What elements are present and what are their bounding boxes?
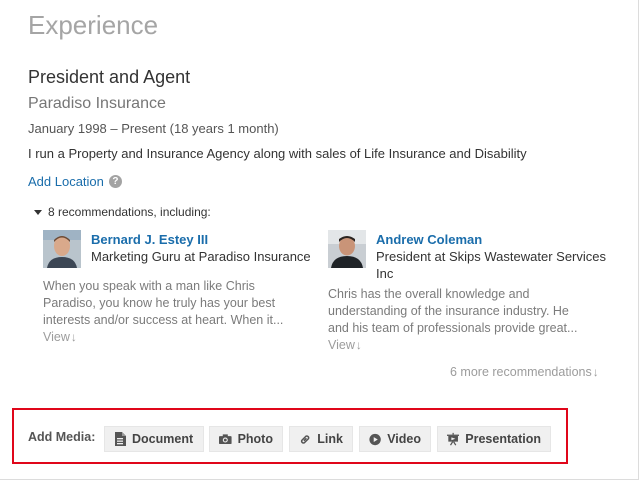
add-presentation-button[interactable]: Presentation <box>437 426 551 452</box>
position-description: I run a Property and Insurance Agency al… <box>28 146 527 161</box>
view-label: View <box>328 338 355 352</box>
play-icon <box>369 433 381 445</box>
recommender-name-link[interactable]: Andrew Coleman <box>376 232 606 247</box>
link-button-label: Link <box>317 432 343 446</box>
help-icon[interactable]: ? <box>108 175 122 188</box>
add-location-label: Add Location <box>28 174 104 189</box>
presentation-icon <box>447 432 460 446</box>
add-link-button[interactable]: Link <box>289 426 353 452</box>
view-recommendation-link[interactable]: View↓ <box>43 329 77 346</box>
recommender-name-link[interactable]: Bernard J. Estey III <box>91 232 321 247</box>
experience-panel: Experience President and Agent Paradiso … <box>0 0 639 480</box>
document-icon <box>115 432 126 446</box>
video-button-label: Video <box>387 432 421 446</box>
arrow-down-icon: ↓ <box>70 330 77 344</box>
recommendations-toggle[interactable]: 8 recommendations, including: <box>34 205 211 219</box>
recommendations-header: 8 recommendations, including: <box>48 205 211 219</box>
add-document-button[interactable]: Document <box>104 426 204 452</box>
add-media-label: Add Media: <box>28 430 96 444</box>
position-dates: January 1998 – Present (18 years 1 month… <box>28 121 279 136</box>
photo-button-label: Photo <box>237 432 273 446</box>
company-name: Paradiso Insurance <box>28 95 166 112</box>
view-recommendation-link[interactable]: View↓ <box>328 337 362 354</box>
arrow-down-icon: ↓ <box>355 338 362 352</box>
recommendation-text: Chris has the overall knowledge and unde… <box>328 287 578 335</box>
caret-down-icon <box>34 209 42 215</box>
camera-icon <box>219 434 232 445</box>
avatar[interactable] <box>43 230 81 268</box>
more-recommendations-link[interactable]: 6 more recommendations↓ <box>450 365 599 379</box>
section-title: Experience <box>28 10 159 40</box>
add-video-button[interactable]: Video <box>359 426 431 452</box>
presentation-button-label: Presentation <box>465 432 541 446</box>
add-photo-button[interactable]: Photo <box>209 426 283 452</box>
document-button-label: Document <box>132 432 194 446</box>
more-recommendations-label: 6 more recommendations <box>450 365 592 379</box>
position-title: President and Agent <box>28 67 191 87</box>
arrow-down-icon: ↓ <box>592 365 599 379</box>
add-location-link[interactable]: Add Location ? <box>28 174 122 189</box>
link-icon <box>300 434 310 444</box>
recommender-role: President at Skips Wastewater Services I… <box>376 249 606 281</box>
recommender-role: Marketing Guru at Paradiso Insurance <box>91 249 311 264</box>
recommendation-text: When you speak with a man like Chris Par… <box>43 279 284 327</box>
add-media-toolbar: Add Media: Document Photo Link Video Pre… <box>12 408 568 464</box>
avatar[interactable] <box>328 230 366 268</box>
view-label: View <box>43 330 70 344</box>
